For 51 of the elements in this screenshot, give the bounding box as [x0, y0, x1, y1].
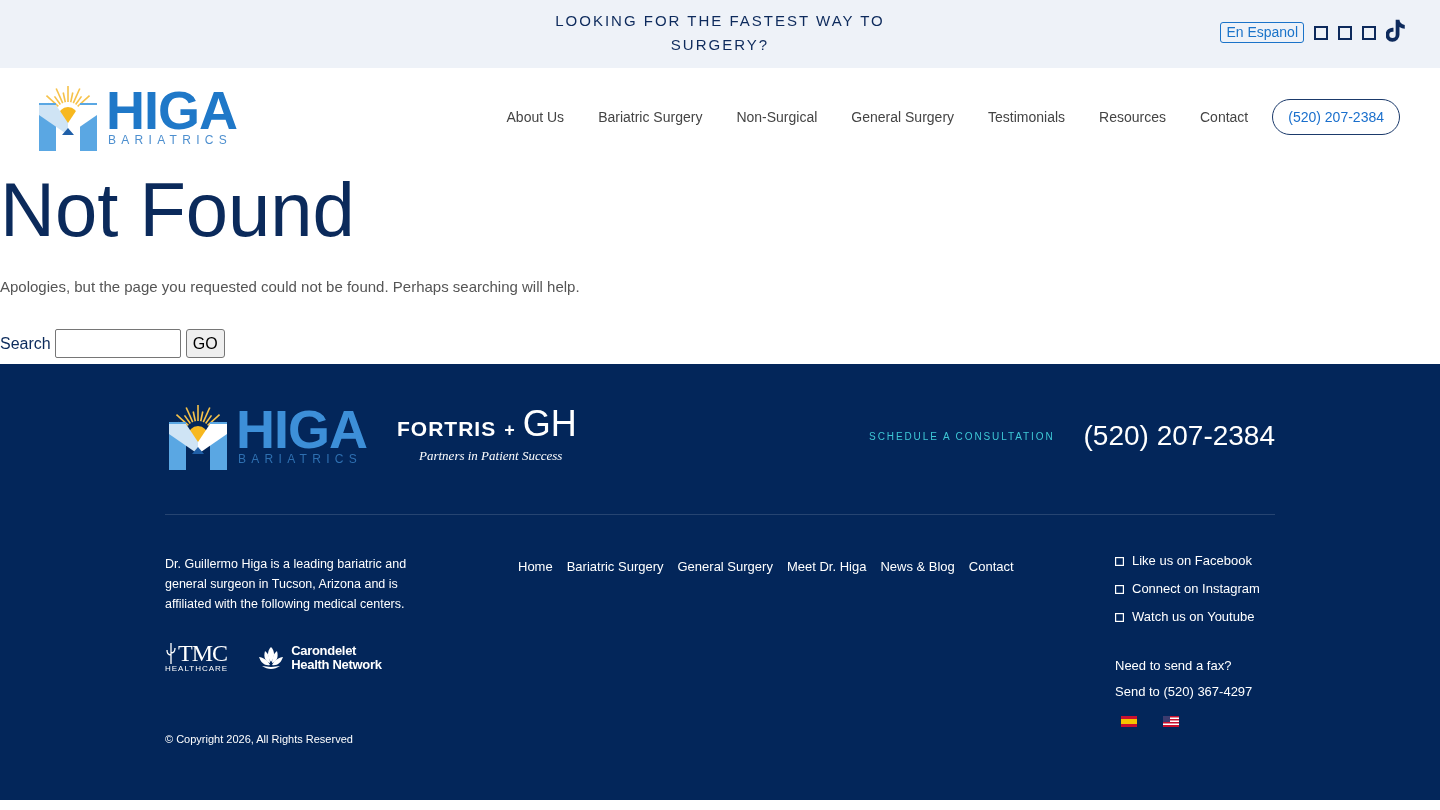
footer-link[interactable]: Meet Dr. Higa — [786, 557, 867, 577]
nav-link[interactable]: About Us — [506, 109, 565, 125]
schedule-link[interactable]: SCHEDULE A CONSULTATION — [869, 430, 1055, 442]
social-link[interactable]: Like us on Facebook — [1132, 551, 1252, 571]
go-button[interactable]: GO — [185, 329, 225, 358]
nav-link[interactable]: Contact — [1200, 109, 1249, 125]
square-icon — [1115, 584, 1124, 594]
square-icon[interactable] — [1362, 25, 1376, 40]
plus-sign: + — [504, 420, 515, 441]
social-link[interactable]: Connect on Instagram — [1132, 579, 1260, 599]
affiliate-name: TMC — [178, 642, 227, 664]
square-icon[interactable] — [1314, 25, 1328, 40]
announcement-text: LOOKING FOR THE FASTEST WAY TO SURGERY? — [554, 11, 886, 55]
copyright-text: © Copyright 2026, All Rights Reserved — [165, 732, 353, 746]
logo-name: HIGA — [236, 406, 367, 452]
square-icon — [1115, 556, 1124, 566]
phone-link[interactable]: (520) 207-2384 — [1083, 420, 1275, 452]
logo-tagline: BARIATRICS — [107, 133, 233, 147]
affiliate-name: Carondelet Health Network — [291, 644, 382, 672]
nav-link[interactable]: Non-Surgical — [736, 109, 818, 125]
social-link[interactable]: Watch us on Youtube — [1132, 607, 1255, 627]
footer-link[interactable]: Bariatric Surgery — [566, 557, 664, 577]
logo-name: HIGA — [106, 87, 237, 133]
lotus-icon — [258, 646, 285, 670]
cactus-icon — [165, 642, 177, 664]
music-note-icon[interactable] — [1386, 18, 1405, 43]
fax-text: Send to (520) 367-4297 — [1115, 683, 1253, 701]
logo-tagline: BARIATRICS — [237, 452, 363, 466]
search-field[interactable] — [54, 329, 181, 358]
footer-link[interactable]: News & Blog — [880, 557, 955, 577]
square-icon — [1115, 612, 1124, 622]
us-flag-icon[interactable] — [1163, 716, 1179, 727]
nav-link[interactable]: Bariatric Surgery — [598, 109, 703, 125]
square-icon[interactable] — [1338, 25, 1352, 40]
nav-link[interactable]: Resources — [1099, 109, 1166, 125]
about-text: Dr. Guillermo Higa is a leading bariatric and general surgeon in Tucson, Arizona and is affiliated with the following medical centers. — [165, 556, 408, 613]
fax-text: Need to send a fax? — [1115, 657, 1232, 675]
partner-slogan: Partners in Patient Success — [419, 447, 563, 465]
spain-flag-icon[interactable] — [1121, 716, 1137, 727]
partner-initials: GH — [522, 407, 577, 441]
affiliate-subtitle: HEALTHCARE — [165, 664, 229, 674]
error-message: Apologies, but the page you requested could not be found. Perhaps searching will help. — [0, 277, 580, 297]
nav-link[interactable]: Testimonials — [988, 109, 1066, 125]
language-button[interactable]: En Espanol — [1220, 22, 1304, 43]
footer-link[interactable]: Contact — [968, 557, 1014, 577]
search-label: Search — [0, 334, 51, 353]
footer-link[interactable]: General Surgery — [677, 557, 773, 577]
page-title: Not Found — [0, 166, 355, 254]
footer-link[interactable]: Home — [518, 557, 553, 577]
partner-brand: FORTRIS — [397, 417, 497, 441]
nav-link[interactable]: General Surgery — [851, 109, 955, 125]
